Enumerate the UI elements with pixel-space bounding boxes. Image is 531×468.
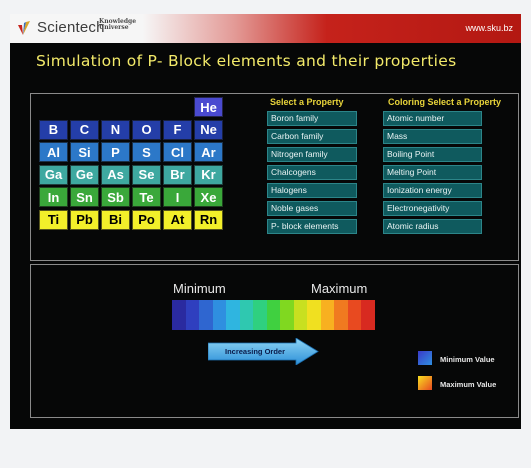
coloring-option-button[interactable]: Mass [383, 129, 482, 144]
element-tile-ge[interactable]: Ge [70, 164, 99, 185]
scale-segment [280, 300, 294, 330]
minimum-value-swatch [418, 351, 432, 365]
element-tile-kr[interactable]: Kr [194, 164, 223, 185]
scale-segment [185, 300, 200, 330]
element-tile-as[interactable]: As [101, 164, 130, 185]
scientech-logo-icon [18, 21, 30, 35]
element-tile-sb[interactable]: Sb [101, 187, 130, 207]
scale-segment [253, 300, 267, 330]
scale-segment [239, 300, 254, 330]
element-tile-i[interactable]: I [163, 187, 192, 207]
select-property-heading: Select a Property [270, 97, 344, 107]
property-option-button[interactable]: Boron family [267, 111, 357, 126]
header-bar: Scientech Knowledge Universe www.sku.bz [10, 14, 521, 43]
coloring-property-heading: Coloring Select a Property [388, 97, 502, 107]
element-tile-cl[interactable]: Cl [163, 142, 192, 162]
scale-segment [320, 300, 335, 330]
scale-segment [199, 300, 213, 330]
element-tile-p[interactable]: P [101, 142, 130, 162]
property-option-button[interactable]: P- block elements [267, 219, 357, 234]
increasing-order-label: Increasing Order [224, 347, 286, 356]
element-tile-c[interactable]: C [70, 119, 99, 140]
scale-segment [347, 300, 362, 330]
element-tile-ga[interactable]: Ga [39, 164, 68, 185]
minimum-label: Minimum [173, 281, 226, 296]
element-tile-n[interactable]: N [101, 119, 130, 140]
scale-segment [307, 300, 321, 330]
element-tile-ar[interactable]: Ar [194, 142, 223, 162]
element-tile-he[interactable]: He [194, 97, 223, 117]
element-tile-s[interactable]: S [132, 142, 161, 162]
page-title: Simulation of P- Block elements and thei… [36, 52, 457, 70]
scale-segment [172, 300, 186, 330]
brand-name: Scientech [37, 19, 105, 36]
element-tile-rn[interactable]: Rn [194, 209, 223, 230]
element-tile-at[interactable]: At [163, 209, 192, 230]
coloring-option-button[interactable]: Melting Point [383, 165, 482, 180]
property-option-button[interactable]: Halogens [267, 183, 357, 198]
element-tile-in[interactable]: In [39, 187, 68, 207]
element-tile-sn[interactable]: Sn [70, 187, 99, 207]
brand-tagline: Knowledge Universe [99, 18, 137, 31]
element-tile-b[interactable]: B [39, 119, 68, 140]
element-tile-xe[interactable]: Xe [194, 187, 223, 207]
coloring-option-button[interactable]: Ionization energy [383, 183, 482, 198]
element-tile-se[interactable]: Se [132, 164, 161, 185]
simulation-window: Scientech Knowledge Universe www.sku.bz … [10, 14, 521, 429]
element-tile-ne[interactable]: Ne [194, 119, 223, 140]
element-tile-po[interactable]: Po [132, 209, 161, 230]
element-tile-si[interactable]: Si [70, 142, 99, 162]
scale-segment [266, 300, 281, 330]
coloring-option-button[interactable]: Atomic number [383, 111, 482, 126]
scale-segment [226, 300, 240, 330]
maximum-value-swatch [418, 376, 432, 390]
element-tile-al[interactable]: Al [39, 142, 68, 162]
coloring-option-button[interactable]: Boiling Point [383, 147, 482, 162]
element-tile-te[interactable]: Te [132, 187, 161, 207]
property-option-button[interactable]: Chalcogens [267, 165, 357, 180]
property-option-button[interactable]: Noble gases [267, 201, 357, 216]
element-tile-ti[interactable]: Ti [39, 209, 68, 230]
minimum-value-legend: Minimum Value [440, 355, 495, 364]
maximum-value-legend: Maximum Value [440, 380, 497, 389]
property-option-button[interactable]: Nitrogen family [267, 147, 357, 162]
element-tile-f[interactable]: F [163, 119, 192, 140]
coloring-option-button[interactable]: Atomic radius [383, 219, 482, 234]
scale-segment [212, 300, 227, 330]
coloring-option-button[interactable]: Electronegativity [383, 201, 482, 216]
maximum-label: Maximum [311, 281, 368, 296]
scale-segment [293, 300, 308, 330]
element-tile-o[interactable]: O [132, 119, 161, 140]
element-tile-br[interactable]: Br [163, 164, 192, 185]
color-scale-bar [172, 300, 375, 330]
scale-segment [361, 300, 375, 330]
scale-segment [334, 300, 348, 330]
element-tile-pb[interactable]: Pb [70, 209, 99, 230]
element-tile-bi[interactable]: Bi [101, 209, 130, 230]
website-url: www.sku.bz [465, 23, 513, 33]
property-option-button[interactable]: Carbon family [267, 129, 357, 144]
